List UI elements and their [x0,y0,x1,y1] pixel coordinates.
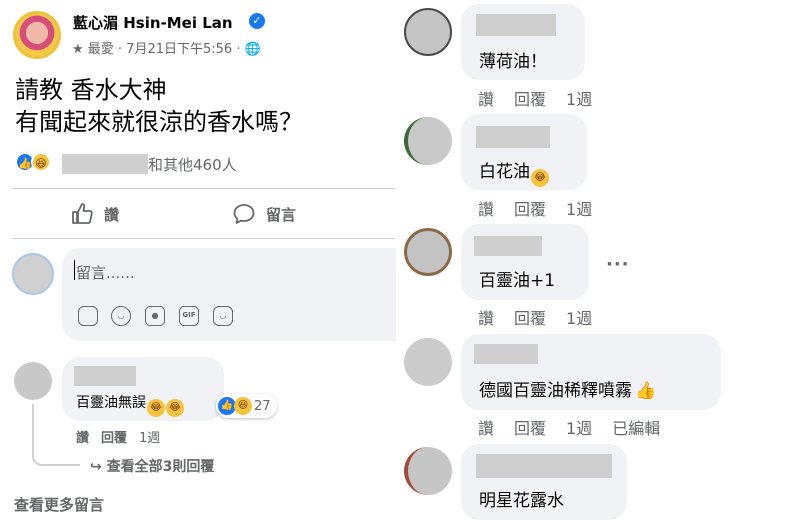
comment-time[interactable]: 1週 [566,419,592,438]
comment-reply-button[interactable]: 回覆 [514,419,546,438]
haha-reaction-icon: 😆 [234,397,252,415]
comment-text: 百靈油無誤 😂 😂 [76,392,184,417]
comment-like-button[interactable]: 讚 [478,419,494,438]
comment-actions: 讚 回覆 1週 已編輯 [478,415,680,439]
view-replies-link[interactable]: ↪ 查看全部3則回覆 [90,456,214,476]
commenter-avatar[interactable] [404,117,452,165]
commenter-avatar[interactable] [404,8,452,56]
thumbs-up-emoji-icon: 👍 [635,381,657,401]
comment-reply-button[interactable]: 回覆 [514,309,546,328]
post-text: 請教 香水大神 有聞起來就很涼的香水嗎？ [15,74,303,138]
comment-input-placeholder: 留言...... [76,264,135,282]
haha-emoji-icon: 😂 [147,399,165,417]
commenter-name-redacted[interactable] [74,366,136,386]
reaction-count[interactable]: 和其他460人 [148,154,237,175]
post-meta[interactable]: ★ 最愛 · 7月21日下午5:56 · 🌐 [72,38,261,57]
comment-text: 百靈油+1 [479,271,556,291]
comment-like-button[interactable]: 讚 [478,309,494,328]
haha-reaction-icon[interactable]: 😆 [31,152,51,172]
edited-label: 已編輯 [612,419,661,438]
divider [12,238,395,239]
comment-time[interactable]: 1週 [566,90,592,109]
commenter-name-redacted[interactable] [476,126,550,148]
haha-emoji-icon: 😂 [531,169,549,187]
reply-thread-line [32,404,80,466]
comment-label: 留言 [266,205,297,224]
commenter-name-redacted[interactable] [474,344,538,364]
text-caret [74,260,75,280]
commenter-name-redacted[interactable] [474,236,542,256]
comment-icon [233,204,255,224]
verified-badge-icon: ✓ [249,13,265,29]
like-button[interactable]: 讚 [70,198,119,230]
reactor-name-redacted[interactable] [62,154,148,174]
commenter-avatar[interactable] [404,338,452,386]
thumbs-up-icon [72,203,93,224]
commenter-avatar[interactable] [404,447,452,495]
commenter-avatar[interactable] [14,362,52,400]
comment-reply-button[interactable]: 回覆 [514,200,546,219]
author-name[interactable]: 藍心湄 Hsin-Mei Lan [73,12,233,33]
post-text-line-1: 請教 香水大神 [15,76,167,104]
haha-emoji-icon: 😂 [166,399,184,417]
comment-button[interactable]: 留言 [232,198,296,230]
comment-actions: 讚 回覆 1週 [478,196,612,220]
comment-text: 明星花露水 [479,491,564,511]
current-user-avatar[interactable] [12,253,54,295]
view-more-comments-link[interactable]: 查看更多留言 [14,494,104,515]
camera-icon[interactable]: ● [145,306,165,326]
comment-time[interactable]: 1週 [139,431,160,446]
comment-reactions[interactable]: 👍 😆 27 [216,394,277,418]
post-text-line-2: 有聞起來就很涼的香水嗎？ [15,108,303,136]
comment-text: 薄荷油！ [479,52,547,72]
commenter-name-redacted[interactable] [476,454,612,478]
sticker-icon[interactable] [78,306,98,326]
comment-text: 白花油 😂 [479,157,549,187]
comment-time[interactable]: 1週 [566,200,592,219]
like-label: 讚 [104,205,120,224]
more-options-icon[interactable]: ··· [606,254,630,275]
emoji-icon[interactable]: ◡ [111,306,131,326]
comment-actions: 讚 回覆 1週 [478,86,612,110]
divider [12,188,395,189]
comment-actions: 讚回覆1週 [478,522,612,527]
commenter-name-redacted[interactable] [476,14,556,36]
comment-like-button[interactable]: 讚 [478,200,494,219]
comment-reply-button[interactable]: 回覆 [101,431,127,446]
comment-reply-button[interactable]: 回覆 [514,90,546,109]
gif-icon[interactable]: GIF [179,306,199,326]
post-panel: 藍心湄 Hsin-Mei Lan ✓ ★ 最愛 · 7月21日下午5:56 · … [0,0,396,527]
comment-actions: 讚回覆1週 [76,427,172,446]
sticker-face-icon[interactable]: ◡ [213,306,233,326]
author-avatar[interactable] [13,11,61,59]
commenter-avatar[interactable] [404,228,452,276]
comment-actions: 讚 回覆 1週 [478,305,612,329]
comment-like-button[interactable]: 讚 [478,90,494,109]
comment-reaction-count: 27 [254,398,271,414]
comment-time[interactable]: 1週 [566,309,592,328]
comment-text: 德國百靈油稀釋噴霧 👍 [479,381,657,401]
